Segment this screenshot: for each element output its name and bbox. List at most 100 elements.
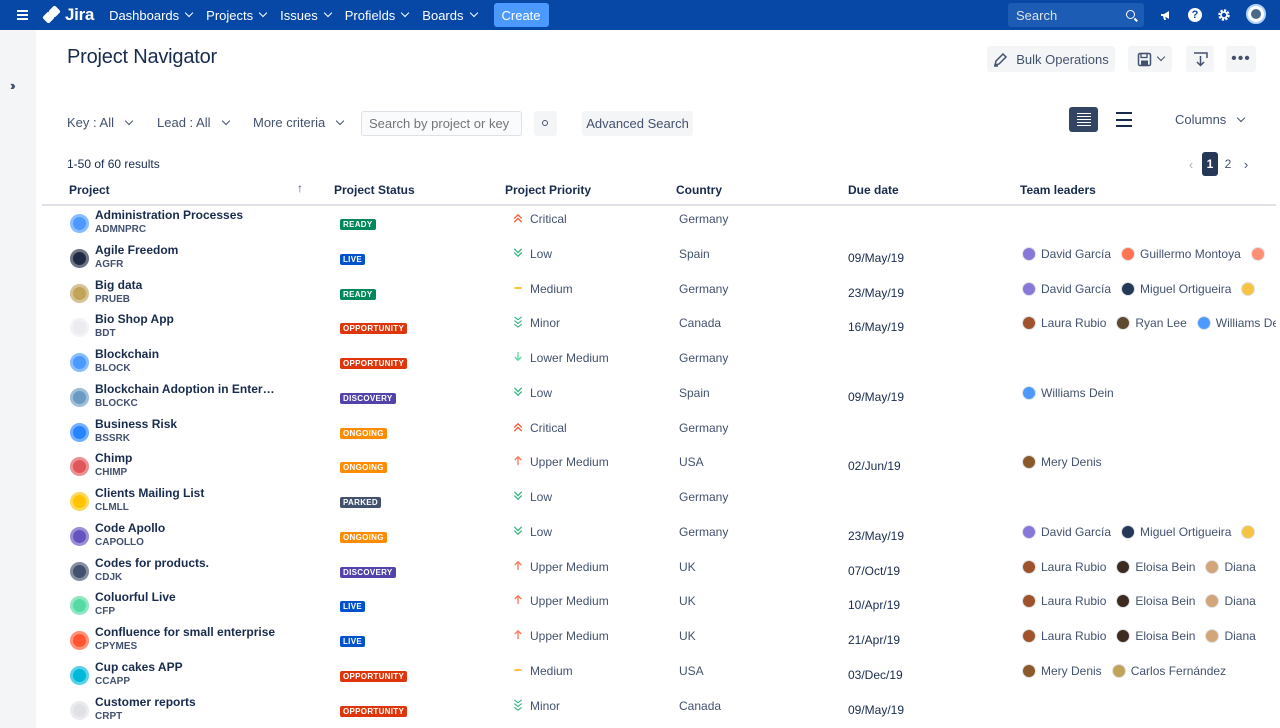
team-leader[interactable]: Eloisa Bein [1116, 629, 1195, 643]
key-filter[interactable]: Key : All [67, 115, 134, 130]
team-leader[interactable]: Williams Dein [1196, 316, 1276, 331]
menu-icon[interactable] [0, 0, 44, 30]
table-row[interactable]: Business Risk BSSRK ONGOING Critical Ger… [42, 415, 1276, 450]
global-search-input[interactable]: Search [1008, 3, 1144, 27]
bulk-operations-button[interactable]: Bulk Operations [987, 46, 1115, 72]
search-icon [542, 120, 548, 126]
table-row[interactable]: Administration Processes ADMNPRC READY C… [42, 206, 1276, 241]
jira-logo[interactable]: Jira [42, 5, 94, 25]
project-key: CAPOLLO [95, 536, 144, 548]
project-name-link[interactable]: Clients Mailing List [95, 486, 281, 500]
table-row[interactable]: Clients Mailing List CLMLL PARKED Low Ge… [42, 484, 1276, 519]
team-leader[interactable]: Mery Denis [1022, 455, 1102, 470]
more-criteria-filter[interactable]: More criteria [253, 115, 345, 130]
team-leader[interactable]: David García [1022, 524, 1111, 539]
project-name-link[interactable]: Agile Freedom [95, 243, 281, 257]
previous-page-icon[interactable]: ‹ [1184, 157, 1198, 172]
project-name-link[interactable]: Big data [95, 278, 281, 292]
table-row[interactable]: Codes for products. CDJK DISCOVERY Upper… [42, 554, 1276, 589]
project-name-link[interactable]: Chimp [95, 451, 281, 465]
nav-projects[interactable]: Projects [199, 0, 273, 30]
team-leader[interactable]: Carlos Fernández [1111, 663, 1226, 678]
priority-minor-icon [513, 316, 523, 329]
sort-ascending-icon[interactable]: ↑ [297, 181, 303, 195]
list-view-toggle[interactable] [1069, 107, 1098, 132]
search-button[interactable] [534, 111, 557, 136]
team-leader[interactable]: Diana [1205, 629, 1256, 643]
nav-profields[interactable]: Profields [338, 0, 416, 30]
table-row[interactable]: Blockchain Adoption in Enterprises BLOCK… [42, 380, 1276, 415]
column-header-project[interactable]: Project [69, 183, 110, 197]
table-row[interactable]: Customer reports CRPT OPPORTUNITY Minor … [42, 693, 1276, 728]
priority-low-icon [513, 387, 523, 396]
team-leader[interactable]: Mery Denis [1022, 663, 1102, 678]
team-leader[interactable] [1241, 524, 1260, 539]
project-name-link[interactable]: Blockchain [95, 347, 281, 361]
project-name-link[interactable]: Administration Processes [95, 208, 281, 222]
create-button[interactable]: Create [493, 3, 549, 27]
project-name-link[interactable]: Bio Shop App [95, 312, 281, 326]
table-row[interactable]: Code Apollo CAPOLLO ONGOING Low Germany … [42, 519, 1276, 554]
lead-filter[interactable]: Lead : All [157, 115, 230, 130]
column-header-team-leaders[interactable]: Team leaders [1020, 183, 1096, 197]
team-leader[interactable]: Eloisa Bein [1116, 594, 1195, 609]
team-leader[interactable]: David García [1022, 281, 1111, 296]
column-header-priority[interactable]: Project Priority [505, 183, 591, 197]
advanced-search-button[interactable]: Advanced Search [582, 111, 693, 136]
settings-gear-icon[interactable] [1215, 6, 1233, 24]
project-name-link[interactable]: Code Apollo [95, 521, 281, 535]
team-leader[interactable]: Miguel Ortigueira [1121, 524, 1231, 539]
avatar [1022, 455, 1036, 470]
team-leader[interactable] [1241, 281, 1260, 296]
project-name-link[interactable]: Coluorful Live [95, 590, 281, 604]
columns-button[interactable]: Columns [1175, 112, 1246, 127]
column-header-status[interactable]: Project Status [334, 183, 415, 197]
team-leader[interactable] [1250, 246, 1270, 261]
team-leader[interactable]: Laura Rubio [1022, 629, 1106, 643]
page-link[interactable]: 2 [1220, 157, 1236, 171]
team-leader[interactable]: Laura Rubio [1022, 594, 1106, 609]
nav-issues[interactable]: Issues [273, 0, 338, 30]
team-leader[interactable]: Williams Dein [1022, 385, 1114, 400]
expand-sidebar-icon[interactable]: ›› [10, 78, 15, 93]
megaphone-icon[interactable] [1157, 6, 1175, 24]
avatar [1121, 524, 1136, 539]
project-name-link[interactable]: Customer reports [95, 695, 281, 709]
detail-view-toggle[interactable] [1116, 112, 1133, 127]
project-search-input[interactable] [361, 111, 522, 136]
project-name-link[interactable]: Codes for products. [95, 556, 281, 570]
team-leader[interactable]: Guillermo Montoya [1121, 246, 1241, 261]
more-actions-button[interactable]: ••• [1226, 46, 1256, 72]
team-leader[interactable]: Laura Rubio [1022, 559, 1106, 574]
team-leader[interactable]: Diana [1205, 594, 1256, 609]
nav-boards[interactable]: Boards [415, 0, 483, 30]
team-leader[interactable]: Eloisa Bein [1116, 559, 1195, 574]
project-name-link[interactable]: Confluence for small enterprise [95, 625, 281, 639]
table-row[interactable]: Cup cakes APP CCAPP OPPORTUNITY Medium U… [42, 658, 1276, 693]
project-name-link[interactable]: Blockchain Adoption in Enterprises [95, 382, 281, 396]
project-key: CLMLL [95, 502, 129, 513]
team-leader[interactable]: David García [1022, 246, 1111, 261]
team-leader[interactable]: Ryan Lee [1116, 316, 1187, 331]
table-row[interactable]: Chimp CHIMP ONGOING Upper Medium USA 02/… [42, 449, 1276, 484]
next-page-icon[interactable]: › [1238, 157, 1254, 172]
column-header-due-date[interactable]: Due date [848, 183, 899, 197]
table-row[interactable]: Agile Freedom AGFR LIVE Low Spain 09/May… [42, 241, 1276, 276]
table-row[interactable]: Big data PRUEB READY Medium Germany 23/M… [42, 276, 1276, 311]
table-row[interactable]: Confluence for small enterprise CPYMES L… [42, 623, 1276, 658]
team-leader[interactable]: Miguel Ortigueira [1121, 281, 1231, 296]
save-filter-button[interactable] [1128, 46, 1172, 72]
project-name-link[interactable]: Cup cakes APP [95, 660, 281, 674]
help-icon[interactable]: ? [1186, 6, 1204, 24]
table-row[interactable]: Bio Shop App BDT OPPORTUNITY Minor Canad… [42, 310, 1276, 345]
nav-dashboards[interactable]: Dashboards [102, 0, 199, 30]
project-name-link[interactable]: Business Risk [95, 417, 281, 431]
page-current[interactable]: 1 [1202, 152, 1218, 176]
team-leader[interactable]: Laura Rubio [1022, 316, 1106, 331]
table-row[interactable]: Blockchain BLOCK OPPORTUNITY Lower Mediu… [42, 345, 1276, 380]
team-leader[interactable]: Diana [1205, 559, 1256, 574]
user-avatar[interactable] [1246, 4, 1266, 24]
export-button[interactable] [1186, 46, 1214, 72]
table-row[interactable]: Coluorful Live CFP LIVE Upper Medium UK … [42, 588, 1276, 623]
column-header-country[interactable]: Country [676, 183, 722, 197]
